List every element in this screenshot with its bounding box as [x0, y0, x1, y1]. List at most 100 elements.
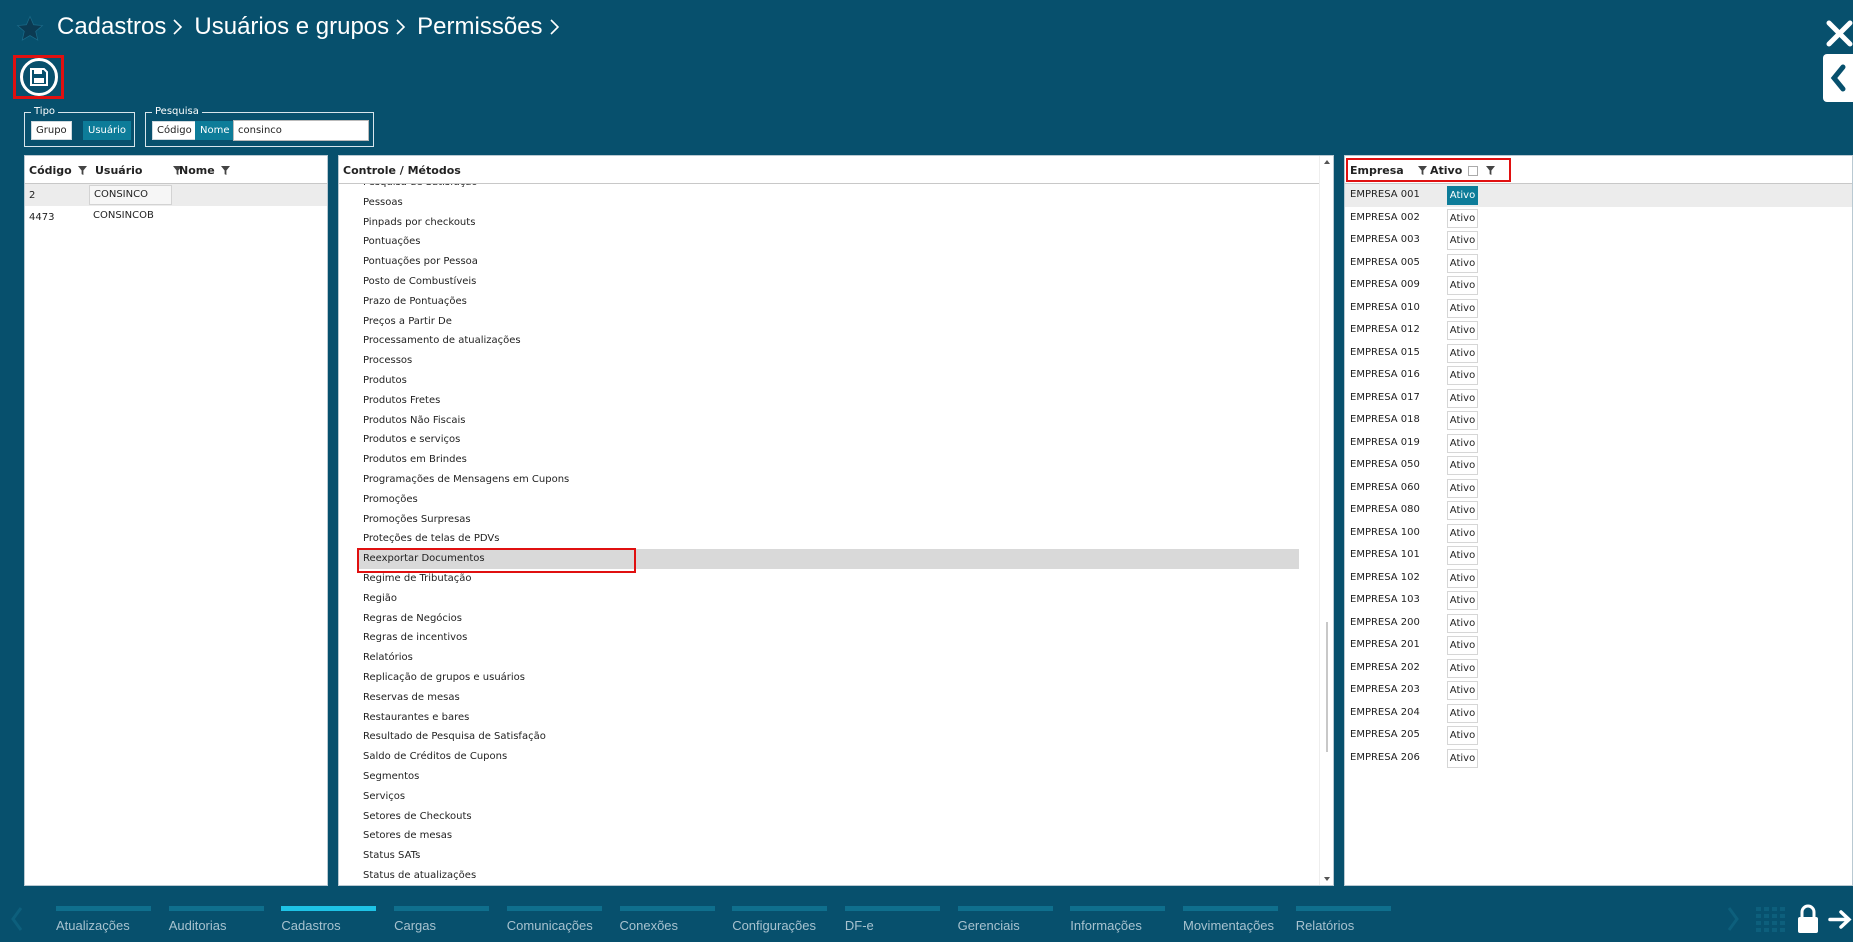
ativo-toggle[interactable]: Ativo: [1447, 208, 1478, 228]
lock-icon[interactable]: [1796, 904, 1820, 934]
list-item[interactable]: Pontuações: [339, 232, 1319, 252]
filter-icon[interactable]: [220, 166, 230, 175]
scroll-thumb[interactable]: [1326, 622, 1328, 752]
list-item[interactable]: Produtos: [339, 371, 1319, 391]
ativo-toggle[interactable]: Ativo: [1447, 186, 1478, 205]
list-item[interactable]: Processamento de atualizações: [339, 331, 1319, 351]
nav-tab-cargas[interactable]: Cargas: [394, 906, 490, 936]
filter-icon[interactable]: [1417, 166, 1427, 175]
ativo-toggle[interactable]: Ativo: [1447, 703, 1478, 723]
table-row[interactable]: EMPRESA 012 Ativo: [1345, 319, 1852, 342]
ativo-toggle[interactable]: Ativo: [1447, 681, 1478, 700]
ativo-toggle[interactable]: Ativo: [1447, 366, 1478, 385]
table-row[interactable]: EMPRESA 204 Ativo: [1345, 702, 1852, 725]
tipo-grupo-toggle[interactable]: Grupo: [31, 121, 72, 140]
list-item[interactable]: Promoções Surpresas: [339, 510, 1319, 530]
list-item[interactable]: Relatórios: [339, 648, 1319, 668]
table-row[interactable]: EMPRESA 009 Ativo: [1345, 274, 1852, 297]
list-item[interactable]: Replicação de grupos e usuários: [339, 668, 1319, 688]
controle-scrollbar[interactable]: [1319, 156, 1333, 885]
table-row[interactable]: EMPRESA 080 Ativo: [1345, 499, 1852, 522]
list-item[interactable]: Produtos Não Fiscais: [339, 411, 1319, 431]
table-row[interactable]: EMPRESA 206 Ativo: [1345, 747, 1852, 770]
ativo-toggle[interactable]: Ativo: [1447, 253, 1478, 273]
table-row[interactable]: EMPRESA 202 Ativo: [1345, 657, 1852, 680]
nav-tab-df-e[interactable]: DF-e: [844, 906, 940, 936]
column-codigo[interactable]: Código: [29, 164, 87, 177]
ativo-toggle[interactable]: Ativo: [1447, 298, 1478, 318]
ativo-toggle[interactable]: Ativo: [1447, 231, 1478, 250]
ativo-toggle[interactable]: Ativo: [1447, 568, 1478, 588]
breadcrumb-item-cadastros[interactable]: Cadastros: [57, 13, 186, 41]
table-row[interactable]: EMPRESA 200 Ativo: [1345, 612, 1852, 635]
filter-icon[interactable]: [1486, 166, 1496, 175]
table-row[interactable]: EMPRESA 018 Ativo: [1345, 409, 1852, 432]
column-usuario[interactable]: Usuário: [95, 164, 182, 177]
list-item[interactable]: Segmentos: [339, 767, 1319, 787]
nav-tab-atualizacoes[interactable]: Atualizações: [56, 906, 151, 936]
pesquisa-codigo-toggle[interactable]: Código: [152, 121, 197, 140]
nav-tab-relatorios[interactable]: Relatórios: [1295, 906, 1391, 936]
list-item[interactable]: Status de atualizações: [339, 866, 1319, 885]
favorite-star-icon[interactable]: [15, 14, 45, 44]
nav-tab-gerenciais[interactable]: Gerenciais: [957, 906, 1053, 936]
ativo-toggle[interactable]: Ativo: [1447, 726, 1478, 745]
list-item[interactable]: Restaurantes e bares: [339, 708, 1319, 728]
list-item[interactable]: Resultado de Pesquisa de Satisfação: [339, 727, 1319, 747]
nav-tab-comunicacoes[interactable]: Comunicações: [506, 906, 602, 936]
list-item[interactable]: Regras de incentivos: [339, 628, 1319, 648]
table-row[interactable]: EMPRESA 010 Ativo: [1345, 297, 1852, 320]
ativo-toggle[interactable]: Ativo: [1447, 276, 1478, 295]
column-empresa[interactable]: Empresa: [1350, 164, 1427, 177]
ativo-toggle[interactable]: Ativo: [1447, 636, 1478, 655]
grid-icon[interactable]: [1756, 907, 1786, 933]
list-item[interactable]: Setores de mesas: [339, 826, 1319, 846]
table-row[interactable]: 4473 CONSINCOB: [25, 206, 327, 228]
list-item[interactable]: Prazo de Pontuações: [339, 292, 1319, 312]
table-row[interactable]: EMPRESA 060 Ativo: [1345, 477, 1852, 500]
list-item[interactable]: Pinpads por checkouts: [339, 213, 1319, 233]
list-item[interactable]: Programações de Mensagens em Cupons: [339, 470, 1319, 490]
ativo-toggle[interactable]: Ativo: [1447, 456, 1478, 475]
table-row[interactable]: EMPRESA 019 Ativo: [1345, 432, 1852, 455]
nav-tab-configuracoes[interactable]: Configurações: [732, 906, 828, 936]
filter-icon[interactable]: [77, 166, 87, 175]
list-item[interactable]: Serviços: [339, 787, 1319, 807]
table-row[interactable]: EMPRESA 203 Ativo: [1345, 679, 1852, 702]
table-row[interactable]: EMPRESA 050 Ativo: [1345, 454, 1852, 477]
ativo-toggle[interactable]: Ativo: [1447, 343, 1478, 363]
scroll-down-icon[interactable]: [1324, 877, 1330, 881]
nav-tab-informacoes[interactable]: Informações: [1070, 906, 1166, 936]
list-item[interactable]: Pontuações por Pessoa: [339, 252, 1319, 272]
pesquisa-nome-toggle[interactable]: Nome: [195, 121, 235, 140]
ativo-toggle[interactable]: Ativo: [1447, 388, 1478, 408]
list-item[interactable]: Produtos Fretes: [339, 391, 1319, 411]
table-row[interactable]: EMPRESA 005 Ativo: [1345, 252, 1852, 275]
ativo-toggle[interactable]: Ativo: [1447, 478, 1478, 498]
table-row[interactable]: EMPRESA 003 Ativo: [1345, 229, 1852, 252]
ativo-toggle[interactable]: Ativo: [1447, 501, 1478, 520]
table-row[interactable]: 2 CONSINCO: [25, 184, 327, 206]
logout-icon[interactable]: [1828, 907, 1853, 932]
chevron-right-icon[interactable]: [1726, 906, 1740, 932]
table-row[interactable]: EMPRESA 103 Ativo: [1345, 589, 1852, 612]
ativo-toggle[interactable]: Ativo: [1447, 658, 1478, 678]
breadcrumb-item-permissoes[interactable]: Permissões: [417, 13, 562, 41]
close-icon[interactable]: [1823, 14, 1853, 50]
collapse-panel-button[interactable]: [1823, 54, 1853, 102]
list-item[interactable]: Pessoas: [339, 193, 1319, 213]
list-item[interactable]: Produtos e serviços: [339, 430, 1319, 450]
search-input[interactable]: [233, 120, 369, 141]
ativo-toggle[interactable]: Ativo: [1447, 591, 1478, 610]
list-item[interactable]: Reexportar Documentos: [357, 548, 1299, 573]
table-row[interactable]: EMPRESA 002 Ativo: [1345, 207, 1852, 230]
table-row[interactable]: EMPRESA 100 Ativo: [1345, 522, 1852, 545]
list-item[interactable]: Pesquisa de Satisfação: [339, 184, 1319, 193]
ativo-toggle[interactable]: Ativo: [1447, 613, 1478, 633]
nav-tab-movimentacoes[interactable]: Movimentações: [1183, 906, 1278, 936]
table-row[interactable]: EMPRESA 001 Ativo: [1345, 184, 1852, 207]
table-row[interactable]: EMPRESA 015 Ativo: [1345, 342, 1852, 365]
table-row[interactable]: EMPRESA 016 Ativo: [1345, 364, 1852, 387]
table-row[interactable]: EMPRESA 017 Ativo: [1345, 387, 1852, 410]
list-item[interactable]: Região: [339, 589, 1319, 609]
